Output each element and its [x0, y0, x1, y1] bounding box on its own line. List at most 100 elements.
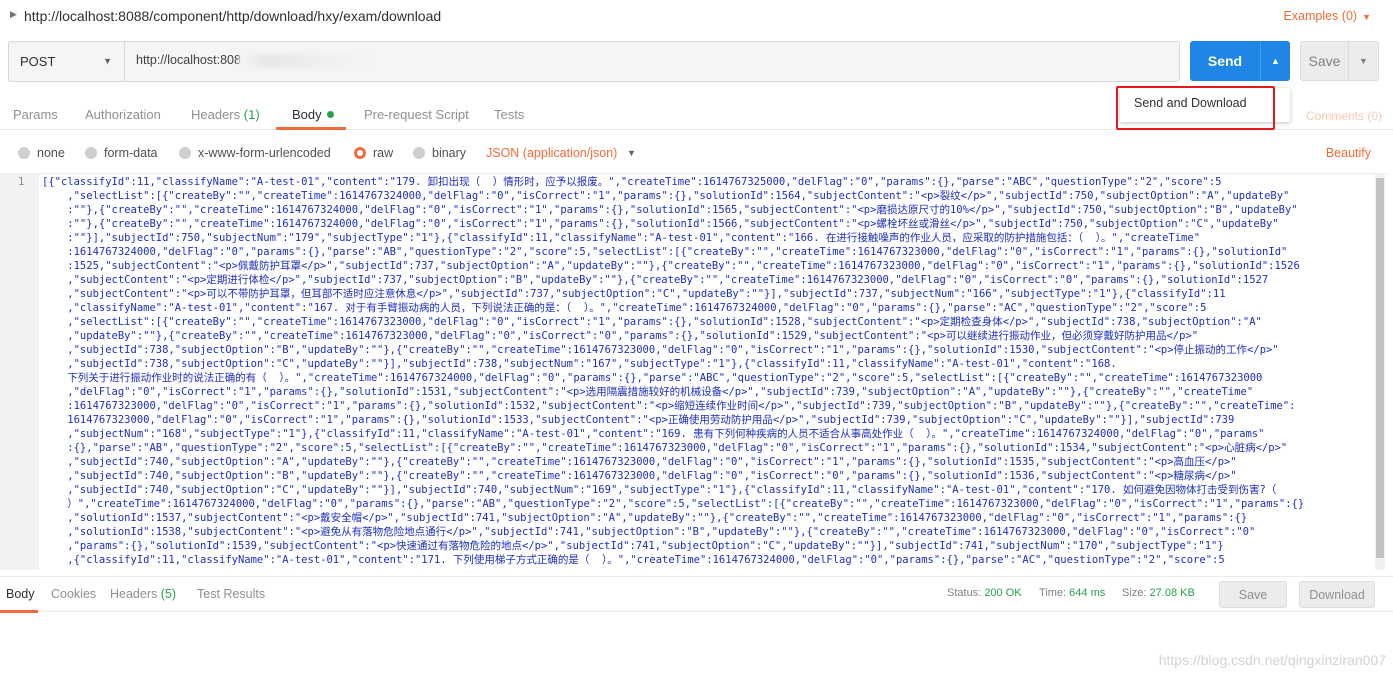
code-line: :1525,"subjectContent":"<p>佩戴防护耳罩</p>","…: [42, 260, 1300, 272]
code-line: ,"subjectNum":"168","subjectType":"1"},{…: [42, 428, 1265, 440]
tab-body[interactable]: Body: [292, 107, 334, 122]
radio-urlencoded[interactable]: x-www-form-urlencoded: [179, 146, 331, 160]
editor-scrollbar[interactable]: [1375, 174, 1385, 570]
highlight-annotation-box: [1116, 86, 1275, 130]
tab-headers[interactable]: Headers (1): [191, 107, 260, 122]
code-line: ,"subjectContent":"<p>定期进行体检</p>","subje…: [42, 274, 1269, 286]
time-label: Time:: [1039, 587, 1067, 599]
code-line: :""}],"subjectId":750,"subjectNum":"179"…: [42, 232, 1201, 244]
url-text: http://localhost:808: [136, 53, 241, 67]
radio-binary[interactable]: binary: [413, 146, 466, 160]
code-line: ）","createTime":1614767324000,"delFlag":…: [42, 498, 1305, 510]
comments-link[interactable]: Comments (0): [1306, 109, 1382, 123]
active-response-tab-indicator: [0, 610, 38, 613]
code-line: ,"solutionId":1538,"subjectContent":"<p>…: [42, 526, 1256, 538]
radio-none[interactable]: none: [18, 146, 65, 160]
code-line: ,"subjectContent":"<p>可以不带防护耳罩，但耳部不适时应注意…: [42, 288, 1226, 300]
chevron-down-icon[interactable]: ▼: [627, 148, 636, 158]
radio-circle-icon: [179, 147, 191, 159]
code-line: ,"subjectId":740,"subjectOption":"C","up…: [42, 484, 1277, 496]
tab-params[interactable]: Params: [13, 107, 58, 122]
headers-count: (1): [243, 107, 260, 122]
code-editor[interactable]: 1 [{"classifyId":11,"classifyName":"A-te…: [0, 173, 1389, 570]
radio-circle-icon: [413, 147, 425, 159]
tab-tests[interactable]: Tests: [494, 107, 524, 122]
watermark: https://blog.csdn.net/qingxinziran007: [1158, 652, 1386, 668]
code-line: :1614767324000,"delFlag":"0","params":{}…: [42, 246, 1288, 258]
send-options-button[interactable]: ▲: [1260, 41, 1290, 81]
size-value: 27.08 KB: [1149, 587, 1195, 599]
response-headers-count: (5): [160, 587, 177, 601]
response-tab-test-results[interactable]: Test Results: [197, 587, 265, 601]
response-tabs: Body Cookies Headers (5) Test Results St…: [0, 576, 1393, 613]
send-button[interactable]: Send: [1190, 41, 1260, 81]
chevron-down-icon: ▼: [1362, 12, 1371, 22]
code-line: ,{"classifyId":11,"classifyName":"A-test…: [42, 554, 1225, 566]
radio-raw-label: raw: [373, 146, 394, 160]
save-options-button[interactable]: ▼: [1349, 41, 1379, 81]
code-line: 1614767323000,"delFlag":"0","isCorrect":…: [42, 414, 1235, 426]
code-line: ,"solutionId":1537,"subjectContent":"<p>…: [42, 512, 1248, 524]
radio-circle-icon: [18, 147, 30, 159]
method-label: POST: [20, 54, 56, 69]
body-type-row: none form-data x-www-form-urlencoded raw…: [0, 140, 1393, 168]
code-line: :""},{"createBy":"","createTime":1614767…: [42, 218, 1279, 230]
radio-raw[interactable]: raw: [354, 146, 393, 160]
request-title-row: ▶ http://localhost:8088/component/http/d…: [0, 0, 1393, 32]
code-line: ,"classifyName":"A-test-01","content":"1…: [42, 302, 1207, 314]
chevron-down-icon: ▼: [1359, 56, 1368, 66]
size-label: Size:: [1122, 587, 1147, 599]
examples-link[interactable]: Examples (0) ▼: [1283, 9, 1371, 23]
tab-prerequest-script[interactable]: Pre-request Script: [364, 107, 469, 122]
chevron-up-icon: ▲: [1271, 56, 1280, 66]
code-line: ,"subjectId":740,"subjectOption":"B","up…: [42, 470, 1237, 482]
scrollbar-thumb[interactable]: [1376, 178, 1384, 558]
response-download-button[interactable]: Download: [1299, 581, 1375, 608]
radio-form-data-label: form-data: [104, 146, 158, 160]
radio-circle-icon: [85, 147, 97, 159]
code-content[interactable]: [{"classifyId":11,"classifyName":"A-test…: [42, 175, 1372, 567]
active-tab-indicator: [276, 127, 346, 130]
radio-selected-icon: [354, 147, 366, 159]
code-line: ,"subjectId":738,"subjectOption":"B","up…: [42, 344, 1279, 356]
raw-format-select[interactable]: JSON (application/json): [486, 146, 617, 160]
request-title: http://localhost:8088/component/http/dow…: [24, 8, 442, 24]
method-select[interactable]: POST ▼: [9, 42, 125, 81]
code-line: ,"subjectId":738,"subjectOption":"C","up…: [42, 358, 1117, 370]
radio-binary-label: binary: [432, 146, 467, 160]
status-value: 200 OK: [984, 587, 1022, 599]
code-line: :""},{"createBy":"","createTime":1614767…: [42, 204, 1298, 216]
response-tab-body[interactable]: Body: [6, 587, 35, 601]
code-line: ,"selectList":[{"createBy":"","createTim…: [42, 190, 1290, 202]
response-tab-headers[interactable]: Headers (5): [110, 587, 176, 601]
url-input[interactable]: http://localhost:808: [125, 42, 1179, 81]
time-readout: Time: 644 ms: [1039, 587, 1105, 599]
code-line: :1614767323000,"delFlag":"0","isCorrect"…: [42, 400, 1296, 412]
radio-urlencoded-label: x-www-form-urlencoded: [198, 146, 331, 160]
response-tab-headers-label: Headers: [110, 587, 158, 601]
beautify-link[interactable]: Beautify: [1326, 146, 1371, 160]
collapse-caret-icon[interactable]: ▶: [10, 9, 17, 20]
code-line: ,"selectList":[{"createBy":"","createTim…: [42, 316, 1262, 328]
active-dot-icon: [326, 111, 334, 118]
response-tab-cookies[interactable]: Cookies: [51, 587, 96, 601]
code-line: ,"params":{},"solutionId":1539,"subjectC…: [42, 540, 1224, 552]
time-value: 644 ms: [1069, 587, 1106, 599]
save-button[interactable]: Save: [1300, 41, 1349, 81]
code-line: ,"delFlag":"0","isCorrect":"1","params":…: [42, 386, 1254, 398]
status-readout: Status: 200 OK: [947, 587, 1022, 599]
code-line: [{"classifyId":11,"classifyName":"A-test…: [42, 176, 1222, 188]
status-label: Status:: [947, 587, 982, 599]
code-line: ,"updateBy":""},{"createBy":"","createTi…: [42, 330, 1199, 342]
redacted-blur: [238, 53, 369, 68]
code-line: ,"subjectId":740,"subjectOption":"A","up…: [42, 456, 1237, 468]
request-bar: POST ▼ http://localhost:808: [8, 41, 1180, 82]
line-number: 1: [18, 176, 25, 188]
radio-none-label: none: [37, 146, 65, 160]
tab-authorization[interactable]: Authorization: [85, 107, 161, 122]
response-save-button[interactable]: Save: [1219, 581, 1287, 608]
tab-headers-label: Headers: [191, 107, 241, 122]
line-gutter: 1: [0, 174, 39, 570]
radio-form-data[interactable]: form-data: [85, 146, 158, 160]
chevron-down-icon: ▼: [103, 56, 112, 66]
